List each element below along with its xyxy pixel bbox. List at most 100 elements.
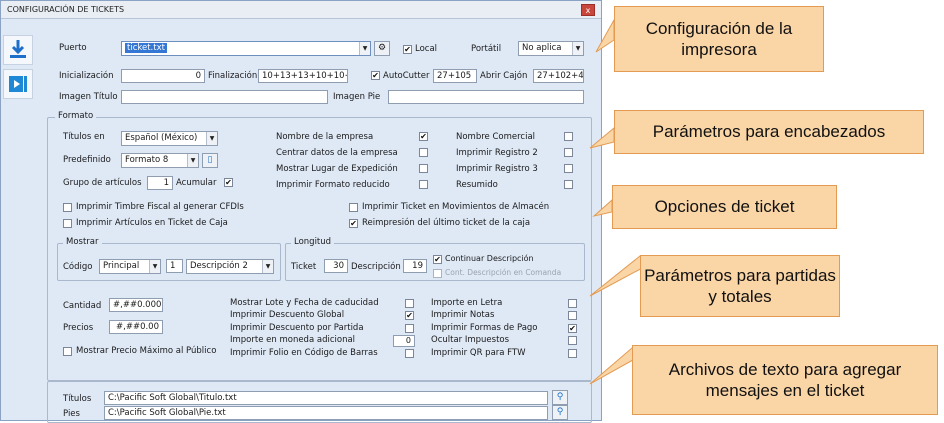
descuento-partida-checkbox[interactable] [405, 324, 414, 333]
reimpresion-checkbox[interactable]: ✔ [349, 219, 358, 228]
codigo-label: Código [63, 262, 93, 272]
callout-opciones: Opciones de ticket [612, 185, 837, 229]
inicializacion-label: Inicialización [59, 71, 114, 81]
lugar-expedicion-label: Mostrar Lugar de Expedición [276, 164, 398, 174]
autocutter-input[interactable]: 27+105 [433, 69, 477, 83]
lugar-expedicion-checkbox[interactable] [419, 164, 428, 173]
callout-archivos: Archivos de texto para agregar mensajes … [632, 345, 938, 415]
continuar-descripcion-label: Continuar Descripción [445, 254, 534, 263]
callout-encabezados: Parámetros para encabezados [614, 110, 924, 154]
codigo-value: Principal [103, 261, 140, 271]
portatil-label: Portátil [471, 44, 502, 54]
moneda-adicional-input[interactable]: 0 [393, 335, 415, 347]
pies-file-label: Pies [63, 409, 80, 419]
articulos-caja-checkbox[interactable] [63, 219, 72, 228]
finalizacion-label: Finalización [208, 71, 258, 81]
finalizacion-input[interactable]: 10+13+13+10+10+1 [258, 69, 348, 83]
descripcion-select[interactable]: Descripción 2 ▼ [186, 259, 274, 274]
predefinido-select[interactable]: Formato 8 ▼ [121, 153, 199, 168]
imagen-pie-label: Imagen Pie [333, 92, 381, 102]
longitud-group-title: Longitud [291, 237, 335, 247]
timbre-fiscal-checkbox[interactable] [63, 203, 72, 212]
descripcion-value: Descripción 2 [190, 261, 248, 271]
cont-comanda-label: Cont. Descripción en Comanda [445, 268, 562, 277]
importe-letra-label: Importe en Letra [431, 298, 503, 308]
ticket-length-input[interactable]: 30 [324, 259, 348, 273]
formato-group-title: Formato [55, 111, 97, 121]
formato-reducido-label: Imprimir Formato reducido [276, 180, 390, 190]
imagen-titulo-label: Imagen Título [59, 92, 118, 102]
titulos-en-value: Español (México) [125, 133, 198, 143]
local-label: Local [415, 44, 438, 54]
ocultar-impuestos-label: Ocultar Impuestos [431, 335, 510, 345]
puerto-value: ticket.txt [125, 43, 167, 53]
formas-pago-label: Imprimir Formas de Pago [431, 323, 538, 333]
imprimir-notas-label: Imprimir Notas [431, 310, 495, 320]
pointer-encabezados [589, 126, 615, 149]
titulos-file-input[interactable]: C:\Pacific Soft Global\Titulo.txt [104, 391, 548, 405]
exit-button[interactable] [3, 69, 33, 99]
folio-barras-checkbox[interactable] [405, 349, 414, 358]
precio-maximo-label: Mostrar Precio Máximo al Público [76, 346, 217, 356]
titulos-en-select[interactable]: Español (México) ▼ [121, 131, 218, 146]
config-window: CONFIGURACIÓN DE TICKETS x Puerto ticket… [0, 0, 602, 423]
autocutter-checkbox[interactable]: ✔ [371, 71, 380, 80]
nombre-empresa-label: Nombre de la empresa [276, 132, 374, 142]
callout-impresora: Configuración de la impresora [614, 6, 824, 72]
imagen-titulo-input[interactable] [121, 90, 328, 104]
centrar-datos-checkbox[interactable] [419, 148, 428, 157]
printer-settings-button[interactable]: ⚙ [374, 41, 390, 56]
continuar-descripcion-checkbox[interactable]: ✔ [433, 255, 442, 264]
cantidad-label: Cantidad [63, 301, 102, 311]
predefinido-value: Formato 8 [125, 155, 169, 165]
formato-reducido-checkbox[interactable] [419, 180, 428, 189]
inicializacion-input[interactable]: 0 [121, 69, 205, 83]
chevron-down-icon: ▼ [359, 42, 370, 55]
descripcion-length-label: Descripción [351, 262, 401, 272]
pies-file-input[interactable]: C:\Pacific Soft Global\Pie.txt [104, 406, 548, 420]
titulos-file-label: Títulos [63, 394, 92, 404]
titulos-en-label: Títulos en [63, 132, 105, 142]
codigo-select[interactable]: Principal ▼ [99, 259, 161, 274]
puerto-select[interactable]: ticket.txt ▼ [121, 41, 371, 56]
chevron-down-icon: ▼ [262, 260, 273, 273]
chevron-down-icon: ▼ [206, 132, 217, 145]
descripcion-length-input[interactable]: 19 [403, 259, 427, 273]
lote-caducidad-checkbox[interactable] [405, 299, 414, 308]
title-bar: CONFIGURACIÓN DE TICKETS x [1, 1, 601, 19]
precios-input[interactable]: #,##0.00 [109, 320, 163, 334]
nombre-comercial-label: Nombre Comercial [456, 132, 536, 142]
registro-3-label: Imprimir Registro 3 [456, 164, 538, 174]
imagen-pie-input[interactable] [388, 90, 584, 104]
movimientos-almacen-label: Imprimir Ticket en Movimientos de Almacé… [362, 202, 550, 212]
descuento-partida-label: Imprimir Descuento por Partida [230, 323, 364, 333]
ticket-length-label: Ticket [291, 262, 317, 272]
moneda-adicional-label: Importe en moneda adicional [230, 335, 356, 345]
local-checkbox[interactable]: ✔ [403, 45, 412, 54]
acumular-label: Acumular [176, 178, 217, 188]
acumular-checkbox[interactable]: ✔ [224, 178, 233, 187]
lote-caducidad-label: Mostrar Lote y Fecha de caducidad [230, 298, 379, 308]
grupo-input[interactable]: 1 [147, 176, 173, 190]
cont-comanda-checkbox[interactable] [433, 269, 442, 278]
document-icon: ▯ [207, 155, 213, 165]
predefinido-preview-button[interactable]: ▯ [202, 153, 218, 168]
save-button[interactable] [3, 35, 33, 65]
nombre-empresa-checkbox[interactable]: ✔ [419, 132, 428, 141]
cantidad-input[interactable]: #,##0.000 [109, 298, 163, 312]
autocutter-label: AutoCutter [383, 71, 430, 81]
pointer-impresora [595, 18, 615, 53]
timbre-fiscal-label: Imprimir Timbre Fiscal al generar CFDIs [76, 202, 244, 212]
grupo-label: Grupo de artículos [63, 178, 142, 188]
exit-icon [9, 76, 27, 92]
chevron-down-icon: ▼ [149, 260, 160, 273]
abrir-cajon-label: Abrir Cajón [480, 71, 528, 81]
codigo-num-input[interactable]: 1 [166, 259, 183, 273]
portatil-value: No aplica [522, 43, 562, 53]
resumido-label: Resumido [456, 180, 498, 190]
mostrar-group-title: Mostrar [63, 237, 102, 247]
descuento-global-checkbox[interactable]: ✔ [405, 311, 414, 320]
chevron-down-icon: ▼ [187, 154, 198, 167]
movimientos-almacen-checkbox[interactable] [349, 203, 358, 212]
precio-maximo-checkbox[interactable] [63, 347, 72, 356]
